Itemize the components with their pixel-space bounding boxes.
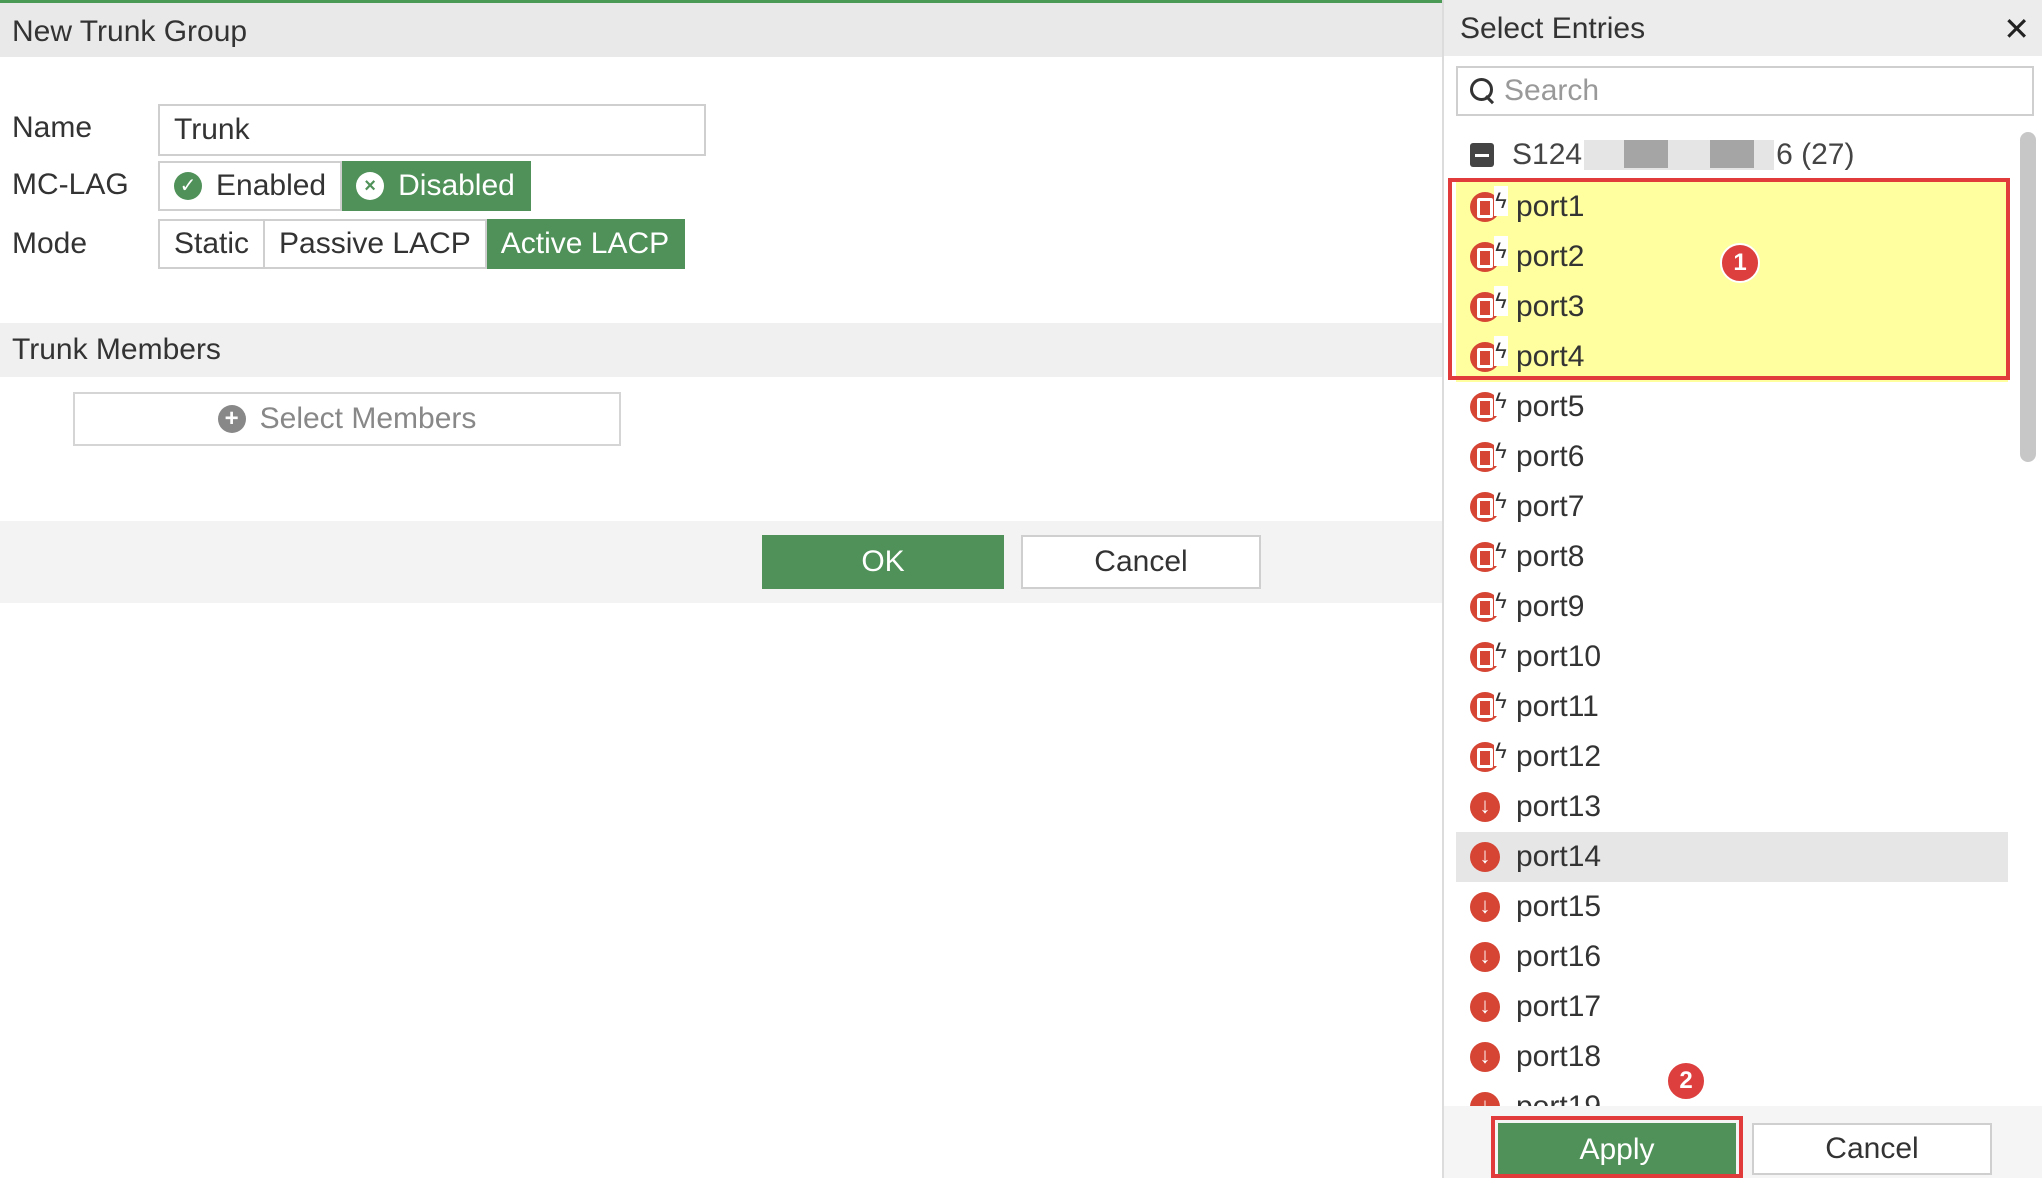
mclag-label: MC-LAG [12,168,129,201]
panel-title: Select Entries [1460,12,1646,45]
port-list-item[interactable]: port13 [1456,782,2008,832]
group-prefix: S124 [1512,138,1583,171]
port-label: port12 [1516,740,1602,773]
section-title: Trunk Members [12,333,221,366]
search-icon [1470,78,1496,104]
port-bolt-icon [1470,536,1508,572]
port-list-item[interactable]: port7 [1456,482,2008,532]
port-down-icon [1470,1091,1500,1106]
port-bolt-icon [1470,186,1508,222]
port-list-item[interactable]: port12 [1456,732,2008,782]
port-down-icon [1470,891,1500,922]
port-bolt-icon [1470,336,1508,372]
search-box [1456,66,2034,116]
select-entries-panel: Select Entries ✕ S124 6 (27) port1 port2 p… [1442,0,2042,1178]
mode-active-lacp-button[interactable]: Active LACP [486,219,686,269]
port-list-item[interactable]: port1 [1456,182,2008,232]
port-bolt-icon [1470,636,1508,672]
port-bolt-icon [1470,486,1508,522]
panel-cancel-button[interactable]: Cancel [1752,1123,1992,1175]
port-label: port15 [1516,890,1602,923]
ok-button[interactable]: OK [762,535,1004,589]
port-label: port18 [1516,1040,1602,1073]
scrollbar[interactable] [2020,132,2036,462]
group-suffix: 6 (27) [1776,138,1855,171]
port-label: port1 [1516,190,1585,223]
port-list-item[interactable]: port15 [1456,882,2008,932]
select-members-label: Select Members [259,402,477,435]
entries-list: S124 6 (27) port1 port2 port3 port4 port5 por… [1444,128,2022,1106]
mclag-disabled-label: Disabled [398,169,515,202]
port-label: port14 [1516,840,1602,873]
port-bolt-icon [1470,686,1508,722]
port-list-item[interactable]: port19 [1456,1082,2008,1106]
mclag-enabled-label: Enabled [216,169,327,202]
port-bolt-icon [1470,386,1508,422]
port-bolt-icon [1470,736,1508,772]
port-label: port2 [1516,240,1585,273]
port-bolt-icon [1470,286,1508,322]
mclag-toggle: ✓ Enabled × Disabled [158,161,531,211]
port-list-item[interactable]: port5 [1456,382,2008,432]
name-label: Name [12,111,93,144]
port-label: port7 [1516,490,1585,523]
redacted-serial [1584,140,1775,170]
port-label: port16 [1516,940,1602,973]
port-bolt-icon [1470,236,1508,272]
port-list-item[interactable]: port14 [1456,832,2008,882]
step-1-badge: 1 [1720,243,1760,283]
port-down-icon [1470,991,1500,1022]
port-label: port8 [1516,540,1585,573]
mode-static-button[interactable]: Static [158,219,266,269]
name-input[interactable] [158,104,706,156]
port-list-item[interactable]: port16 [1456,932,2008,982]
port-label: port11 [1516,690,1599,723]
port-down-icon [1470,1041,1500,1072]
port-bolt-icon [1470,586,1508,622]
port-list-item[interactable]: port4 [1456,332,2008,382]
port-label: port17 [1516,990,1602,1023]
port-list-item[interactable]: port10 [1456,632,2008,682]
port-list-item[interactable]: port18 [1456,1032,2008,1082]
select-members-button[interactable]: + Select Members [73,392,621,446]
mode-label: Mode [12,227,88,260]
port-list-item[interactable]: port6 [1456,432,2008,482]
port-down-icon [1470,941,1500,972]
plus-circle-icon: + [217,405,246,433]
port-list-item[interactable]: port3 [1456,282,2008,332]
port-label: port13 [1516,790,1602,823]
port-label: port5 [1516,390,1585,423]
port-label: port6 [1516,440,1585,473]
mclag-disabled-button[interactable]: × Disabled [342,161,531,211]
check-icon: ✓ [174,172,202,200]
port-list-item[interactable]: port11 [1456,682,2008,732]
close-icon[interactable]: ✕ [2003,10,2030,48]
dialog-title: New Trunk Group [12,15,248,48]
port-list-item[interactable]: port8 [1456,532,2008,582]
switch-group-header[interactable]: S124 6 (27) [1470,132,1854,178]
mode-passive-lacp-button[interactable]: Passive LACP [265,219,487,269]
port-down-icon [1470,841,1500,872]
port-label: port9 [1516,590,1585,623]
port-list-item[interactable]: port17 [1456,982,2008,1032]
dialog-header: New Trunk Group [0,3,1442,57]
new-trunk-group-dialog: New Trunk Group Name MC-LAG ✓ Enabled × … [0,0,1442,1178]
search-input[interactable] [1504,74,2004,108]
port-label: port4 [1516,340,1585,373]
step-2-badge: 2 [1666,1061,1706,1101]
port-label: port3 [1516,290,1585,323]
port-down-icon [1470,791,1500,822]
trunk-members-section: Trunk Members [0,323,1442,377]
port-list-item[interactable]: port9 [1456,582,2008,632]
panel-header: Select Entries ✕ [1444,0,2042,56]
port-bolt-icon [1470,436,1508,472]
cancel-button[interactable]: Cancel [1021,535,1261,589]
mode-toggle: Static Passive LACP Active LACP [158,219,686,269]
apply-button[interactable]: Apply [1498,1123,1736,1177]
mclag-enabled-button[interactable]: ✓ Enabled [158,161,343,211]
port-label: port19 [1516,1090,1601,1106]
port-label: port10 [1516,640,1602,673]
collapse-icon[interactable] [1470,143,1494,167]
x-circle-icon: × [356,172,385,200]
